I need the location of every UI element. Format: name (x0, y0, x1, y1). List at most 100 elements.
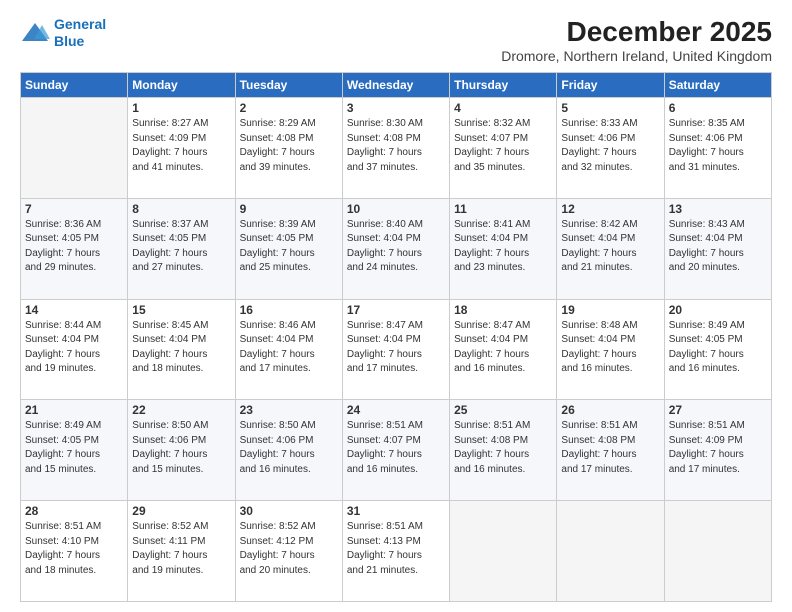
week-row-4: 21Sunrise: 8:49 AM Sunset: 4:05 PM Dayli… (21, 400, 772, 501)
day-info: Sunrise: 8:49 AM Sunset: 4:05 PM Dayligh… (25, 419, 123, 477)
day-cell: 17 Sunrise: 8:47 AM Sunset: 4:04 PM Dayli… (342, 299, 449, 400)
calendar-header: SundayMondayTuesdayWednesdayThursdayFrid… (21, 73, 772, 98)
week-row-3: 14 Sunrise: 8:44 AM Sunset: 4:04 PM Dayli… (21, 299, 772, 400)
day-info: Sunrise: 8:41 AM Sunset: 4:04 PM Dayligh… (454, 218, 552, 276)
day-number: 11 (454, 202, 552, 216)
weekday-tuesday: Tuesday (235, 73, 342, 98)
day-info: Sunrise: 8:37 AM Sunset: 4:05 PM Dayligh… (132, 218, 230, 276)
day-info: Sunrise: 8:45 AM Sunset: 4:04 PM Dayligh… (132, 319, 230, 377)
day-number: 30 (240, 504, 338, 518)
day-cell (450, 501, 557, 602)
day-number: 13 (669, 202, 767, 216)
subtitle: Dromore, Northern Ireland, United Kingdo… (501, 48, 772, 64)
logo-text: General Blue (54, 16, 106, 50)
day-info: Sunrise: 8:50 AM Sunset: 4:06 PM Dayligh… (240, 419, 338, 477)
day-info: Sunrise: 8:27 AM Sunset: 4:09 PM Dayligh… (132, 117, 230, 175)
day-info: Sunrise: 8:51 AM Sunset: 4:08 PM Dayligh… (454, 419, 552, 477)
day-cell: 6 Sunrise: 8:35 AM Sunset: 4:06 PM Daylig… (664, 98, 771, 199)
day-number: 17 (347, 303, 445, 317)
day-number: 14 (25, 303, 123, 317)
main-title: December 2025 (501, 16, 772, 48)
weekday-monday: Monday (128, 73, 235, 98)
day-cell: 18 Sunrise: 8:47 AM Sunset: 4:04 PM Dayli… (450, 299, 557, 400)
logo-line2: Blue (54, 33, 84, 49)
day-info: Sunrise: 8:51 AM Sunset: 4:13 PM Dayligh… (347, 520, 445, 578)
day-info: Sunrise: 8:35 AM Sunset: 4:06 PM Dayligh… (669, 117, 767, 175)
day-number: 27 (669, 403, 767, 417)
day-info: Sunrise: 8:39 AM Sunset: 4:05 PM Dayligh… (240, 218, 338, 276)
day-cell: 31 Sunrise: 8:51 AM Sunset: 4:13 PM Dayli… (342, 501, 449, 602)
day-info: Sunrise: 8:51 AM Sunset: 4:08 PM Dayligh… (561, 419, 659, 477)
day-info: Sunrise: 8:42 AM Sunset: 4:04 PM Dayligh… (561, 218, 659, 276)
day-info: Sunrise: 8:43 AM Sunset: 4:04 PM Dayligh… (669, 218, 767, 276)
weekday-saturday: Saturday (664, 73, 771, 98)
logo-icon (20, 21, 50, 45)
day-cell: 10Sunrise: 8:40 AM Sunset: 4:04 PM Dayli… (342, 198, 449, 299)
day-cell: 21Sunrise: 8:49 AM Sunset: 4:05 PM Dayli… (21, 400, 128, 501)
day-number: 7 (25, 202, 123, 216)
day-info: Sunrise: 8:51 AM Sunset: 4:09 PM Dayligh… (669, 419, 767, 477)
day-info: Sunrise: 8:30 AM Sunset: 4:08 PM Dayligh… (347, 117, 445, 175)
calendar-body: 1 Sunrise: 8:27 AM Sunset: 4:09 PM Daylig… (21, 98, 772, 602)
day-cell: 20Sunrise: 8:49 AM Sunset: 4:05 PM Dayli… (664, 299, 771, 400)
day-number: 18 (454, 303, 552, 317)
day-number: 31 (347, 504, 445, 518)
weekday-wednesday: Wednesday (342, 73, 449, 98)
day-number: 1 (132, 101, 230, 115)
day-number: 3 (347, 101, 445, 115)
day-info: Sunrise: 8:46 AM Sunset: 4:04 PM Dayligh… (240, 319, 338, 377)
day-cell: 16 Sunrise: 8:46 AM Sunset: 4:04 PM Dayli… (235, 299, 342, 400)
title-block: December 2025 Dromore, Northern Ireland,… (501, 16, 772, 64)
weekday-friday: Friday (557, 73, 664, 98)
day-cell: 7Sunrise: 8:36 AM Sunset: 4:05 PM Daylig… (21, 198, 128, 299)
week-row-1: 1 Sunrise: 8:27 AM Sunset: 4:09 PM Daylig… (21, 98, 772, 199)
day-number: 23 (240, 403, 338, 417)
day-cell: 22 Sunrise: 8:50 AM Sunset: 4:06 PM Dayli… (128, 400, 235, 501)
day-cell: 25 Sunrise: 8:51 AM Sunset: 4:08 PM Dayli… (450, 400, 557, 501)
day-info: Sunrise: 8:47 AM Sunset: 4:04 PM Dayligh… (347, 319, 445, 377)
logo-line1: General (54, 16, 106, 32)
week-row-5: 28Sunrise: 8:51 AM Sunset: 4:10 PM Dayli… (21, 501, 772, 602)
day-number: 22 (132, 403, 230, 417)
day-cell: 5Sunrise: 8:33 AM Sunset: 4:06 PM Daylig… (557, 98, 664, 199)
logo: General Blue (20, 16, 106, 50)
day-info: Sunrise: 8:52 AM Sunset: 4:12 PM Dayligh… (240, 520, 338, 578)
day-number: 4 (454, 101, 552, 115)
day-number: 2 (240, 101, 338, 115)
page: General Blue December 2025 Dromore, Nort… (0, 0, 792, 612)
day-info: Sunrise: 8:32 AM Sunset: 4:07 PM Dayligh… (454, 117, 552, 175)
day-cell (557, 501, 664, 602)
day-number: 9 (240, 202, 338, 216)
day-number: 15 (132, 303, 230, 317)
weekday-sunday: Sunday (21, 73, 128, 98)
day-info: Sunrise: 8:52 AM Sunset: 4:11 PM Dayligh… (132, 520, 230, 578)
day-info: Sunrise: 8:40 AM Sunset: 4:04 PM Dayligh… (347, 218, 445, 276)
weekday-thursday: Thursday (450, 73, 557, 98)
weekday-header-row: SundayMondayTuesdayWednesdayThursdayFrid… (21, 73, 772, 98)
day-cell: 24 Sunrise: 8:51 AM Sunset: 4:07 PM Dayli… (342, 400, 449, 501)
day-cell: 19Sunrise: 8:48 AM Sunset: 4:04 PM Dayli… (557, 299, 664, 400)
week-row-2: 7Sunrise: 8:36 AM Sunset: 4:05 PM Daylig… (21, 198, 772, 299)
day-number: 16 (240, 303, 338, 317)
day-cell: 12 Sunrise: 8:42 AM Sunset: 4:04 PM Dayli… (557, 198, 664, 299)
day-info: Sunrise: 8:50 AM Sunset: 4:06 PM Dayligh… (132, 419, 230, 477)
day-info: Sunrise: 8:51 AM Sunset: 4:07 PM Dayligh… (347, 419, 445, 477)
calendar: SundayMondayTuesdayWednesdayThursdayFrid… (20, 72, 772, 602)
day-number: 20 (669, 303, 767, 317)
day-number: 19 (561, 303, 659, 317)
day-number: 24 (347, 403, 445, 417)
day-info: Sunrise: 8:47 AM Sunset: 4:04 PM Dayligh… (454, 319, 552, 377)
day-number: 29 (132, 504, 230, 518)
day-cell: 2Sunrise: 8:29 AM Sunset: 4:08 PM Daylig… (235, 98, 342, 199)
day-cell: 26 Sunrise: 8:51 AM Sunset: 4:08 PM Dayli… (557, 400, 664, 501)
day-info: Sunrise: 8:44 AM Sunset: 4:04 PM Dayligh… (25, 319, 123, 377)
day-cell (664, 501, 771, 602)
day-number: 6 (669, 101, 767, 115)
day-cell: 1 Sunrise: 8:27 AM Sunset: 4:09 PM Daylig… (128, 98, 235, 199)
day-number: 12 (561, 202, 659, 216)
day-number: 26 (561, 403, 659, 417)
day-cell: 11 Sunrise: 8:41 AM Sunset: 4:04 PM Dayli… (450, 198, 557, 299)
day-cell: 28Sunrise: 8:51 AM Sunset: 4:10 PM Dayli… (21, 501, 128, 602)
day-number: 25 (454, 403, 552, 417)
day-cell: 14 Sunrise: 8:44 AM Sunset: 4:04 PM Dayli… (21, 299, 128, 400)
